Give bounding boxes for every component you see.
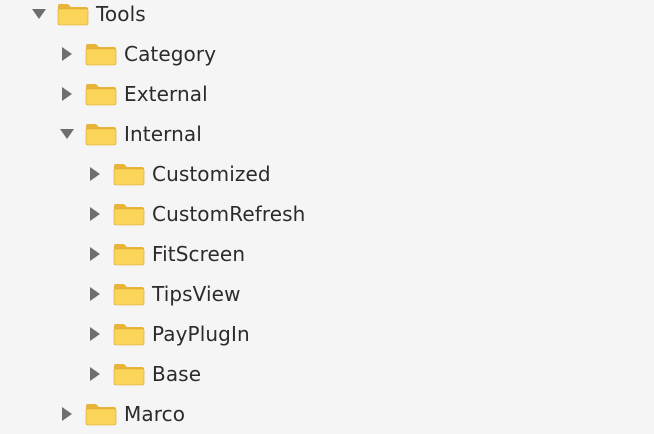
tree-row-external[interactable]: External [0, 74, 654, 114]
tree-row-customrefresh[interactable]: CustomRefresh [0, 194, 654, 234]
tree-row-category[interactable]: Category [0, 34, 654, 74]
tree-row-payplugin[interactable]: PayPlugIn [0, 314, 654, 354]
disclosure-collapsed-icon[interactable] [85, 314, 105, 354]
tree-item-label: PayPlugIn [152, 322, 250, 346]
tree-item-label: Base [152, 362, 202, 386]
tree-item-label: TipsView [152, 282, 241, 306]
disclosure-collapsed-icon[interactable] [85, 154, 105, 194]
disclosure-collapsed-icon[interactable] [85, 194, 105, 234]
folder-icon [57, 2, 89, 26]
folder-icon [113, 282, 145, 306]
folder-tree: Tools Category External Internal Customized C… [0, 0, 654, 434]
folder-icon [113, 202, 145, 226]
tree-row-marco[interactable]: Marco [0, 394, 654, 434]
tree-item-label: Internal [124, 122, 202, 146]
tree-item-label: CustomRefresh [152, 202, 306, 226]
tree-item-label: Customized [152, 162, 271, 186]
tree-row-fitscreen[interactable]: FitScreen [0, 234, 654, 274]
folder-icon [85, 122, 117, 146]
folder-icon [85, 82, 117, 106]
tree-item-label: FitScreen [152, 242, 246, 266]
tree-row-customized[interactable]: Customized [0, 154, 654, 194]
disclosure-collapsed-icon[interactable] [57, 34, 77, 74]
folder-icon [113, 242, 145, 266]
folder-icon [85, 42, 117, 66]
folder-icon [113, 162, 145, 186]
tree-row-base[interactable]: Base [0, 354, 654, 394]
tree-item-label: Marco [124, 402, 186, 426]
disclosure-collapsed-icon[interactable] [85, 274, 105, 314]
disclosure-expanded-icon[interactable] [29, 0, 49, 34]
disclosure-collapsed-icon[interactable] [57, 394, 77, 434]
folder-icon [85, 402, 117, 426]
disclosure-collapsed-icon[interactable] [85, 234, 105, 274]
folder-icon [113, 322, 145, 346]
tree-row-tipsview[interactable]: TipsView [0, 274, 654, 314]
tree-item-label: External [124, 82, 208, 106]
disclosure-collapsed-icon[interactable] [85, 354, 105, 394]
tree-item-label: Category [124, 42, 217, 66]
tree-row-internal[interactable]: Internal [0, 114, 654, 154]
tree-item-label: Tools [96, 2, 146, 26]
tree-row-tools[interactable]: Tools [0, 0, 654, 34]
disclosure-collapsed-icon[interactable] [57, 74, 77, 114]
disclosure-expanded-icon[interactable] [57, 114, 77, 154]
folder-icon [113, 362, 145, 386]
